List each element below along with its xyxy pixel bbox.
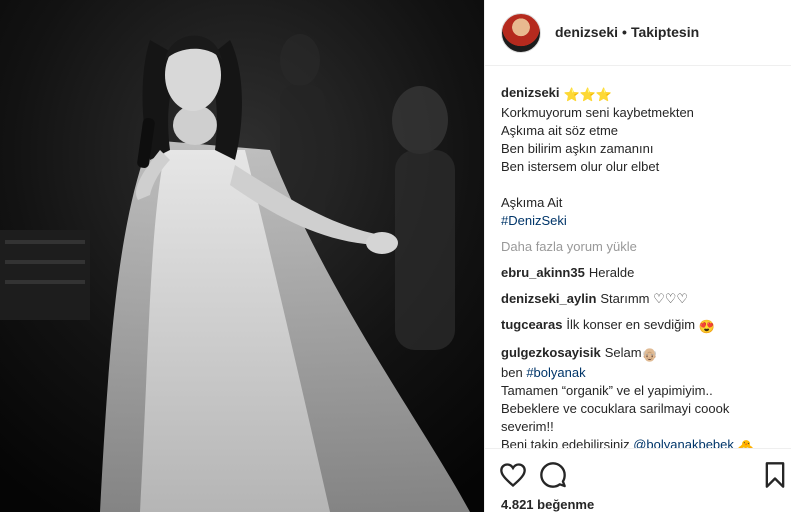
promo-line: Bebeklere ve cocuklara sarilmayi coook xyxy=(501,401,730,416)
comment-username[interactable]: tugcearas xyxy=(501,317,562,332)
heart-eyes-emoji: 😍 xyxy=(698,319,715,334)
caption-line: Aşkıma ait söz etme xyxy=(501,123,619,138)
header-user-line: denizseki • Takiptesin xyxy=(555,24,699,40)
post-header: denizseki • Takiptesin xyxy=(485,0,791,66)
avatar[interactable] xyxy=(501,13,541,53)
comment-text: Heralde xyxy=(588,265,635,280)
post-details-panel: denizseki • Takiptesin denizseki ⭐⭐⭐ Korkmu… xyxy=(484,0,791,512)
caption-line: Ben istersem olur olur elbet xyxy=(501,159,660,174)
comment: tugcearas İlk konser en sevdiğim 😍 xyxy=(501,316,785,336)
post-photo[interactable] xyxy=(0,0,484,512)
stars-emoji: ⭐⭐⭐ xyxy=(563,87,613,102)
promo-line: Tamamen “organik” ve el yapimiyim.. xyxy=(501,383,713,398)
comment-text: Starımm ♡♡♡ xyxy=(600,291,689,306)
promo-prefix: ben xyxy=(501,365,527,380)
comment-username[interactable]: gulgezkosayisik xyxy=(501,345,601,360)
header-separator: • xyxy=(622,24,627,40)
caption-line: Korkmuyorum seni kaybetmekten xyxy=(501,105,694,120)
caption-hashtag[interactable]: #DenizSeki xyxy=(501,212,785,230)
comment-icon[interactable] xyxy=(539,461,567,489)
action-bar: 4.821 beğenme xyxy=(485,448,791,512)
caption-line: Aşkıma Ait xyxy=(501,195,563,210)
promo-hashtag[interactable]: #bolyanak xyxy=(526,365,585,380)
caption: denizseki ⭐⭐⭐ Korkmuyorum seni kaybetmekt… xyxy=(501,84,785,230)
follow-status-button[interactable]: Takiptesin xyxy=(631,24,699,40)
likes-count[interactable]: 4.821 beğenme xyxy=(501,497,594,512)
promo-line: severim!! xyxy=(501,419,554,434)
comment: ebru_akinn35 Heralde xyxy=(501,264,785,282)
concert-photo-illustration xyxy=(0,0,484,512)
heart-icon[interactable] xyxy=(499,461,527,489)
comment-username[interactable]: ebru_akinn35 xyxy=(501,265,585,280)
load-more-comments-button[interactable]: Daha fazla yorum yükle xyxy=(501,238,785,256)
caption-username[interactable]: denizseki xyxy=(501,85,560,100)
bookmark-icon[interactable] xyxy=(761,461,789,489)
old-man-emoji: 👴🏼 xyxy=(641,347,658,362)
comments-list: denizseki ⭐⭐⭐ Korkmuyorum seni kaybetmekt… xyxy=(501,84,785,476)
comment: denizseki_aylin Starımm ♡♡♡ xyxy=(501,290,785,308)
caption-line: Ben bilirim aşkın zamanını xyxy=(501,141,654,156)
comment-text: İlk konser en sevdiğim xyxy=(566,317,696,332)
header-username[interactable]: denizseki xyxy=(555,24,618,40)
comment-username[interactable]: denizseki_aylin xyxy=(501,291,596,306)
comment-text: Selam xyxy=(604,345,642,360)
